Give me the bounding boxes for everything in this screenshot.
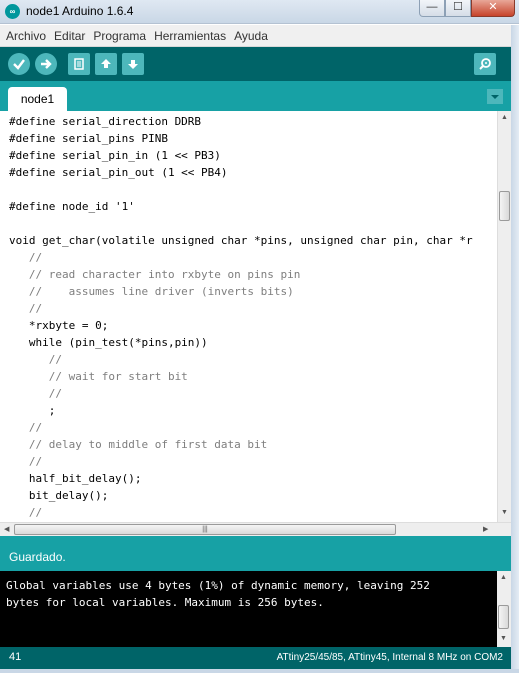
menu-programa[interactable]: Programa <box>93 29 146 43</box>
code-line: // <box>9 455 43 468</box>
code-line: while (pin_test(*pins,pin)) <box>9 336 208 349</box>
console-scroll-down-icon[interactable]: ▼ <box>500 635 507 642</box>
console-scroll-up-icon[interactable]: ▲ <box>500 574 507 581</box>
status-message: Guardado. <box>9 550 66 564</box>
editor-vertical-scrollbar[interactable]: ▲ ▼ <box>497 111 511 522</box>
scroll-up-icon[interactable]: ▲ <box>501 114 508 121</box>
code-line: // <box>9 387 62 400</box>
code-line: // <box>9 421 43 434</box>
serial-monitor-icon <box>479 58 491 70</box>
status-bar: Guardado. <box>0 543 511 571</box>
window-controls: — ☐ ✕ <box>419 0 515 18</box>
minimize-button[interactable]: — <box>419 0 445 17</box>
window-frame-right <box>511 25 519 673</box>
scroll-left-icon[interactable]: ◀ <box>4 525 9 533</box>
code-line: // assumes line driver (inverts bits) <box>9 285 294 298</box>
verify-icon <box>13 59 25 70</box>
console-output: Global variables use 4 bytes (1%) of dyn… <box>0 571 497 647</box>
menu-editar[interactable]: Editar <box>54 29 85 43</box>
scroll-right-icon[interactable]: ▶ <box>483 525 488 533</box>
footer-bar: 41 ATtiny25/45/85, ATtiny45, Internal 8 … <box>0 647 511 669</box>
code-line: // read character into rxbyte on pins pi… <box>9 268 301 281</box>
code-line: #define serial_pin_in (1 << PB3) <box>9 149 221 162</box>
code-line: half_bit_delay(); <box>9 472 142 485</box>
close-button[interactable]: ✕ <box>471 0 515 17</box>
menu-herramientas[interactable]: Herramientas <box>154 29 226 43</box>
toolbar <box>0 47 511 81</box>
window-frame-bottom <box>0 669 519 673</box>
code-line: ; <box>9 404 56 417</box>
board-info: ATtiny25/45/85, ATtiny45, Internal 8 MHz… <box>276 652 503 663</box>
editor-horizontal-scrollbar[interactable]: ◀ ||| ▶ <box>0 522 511 536</box>
tab-dropdown-button[interactable] <box>487 89 503 104</box>
tab-node1[interactable]: node1 <box>8 87 67 111</box>
upload-button[interactable] <box>35 53 57 75</box>
code-line: // <box>9 302 43 315</box>
editor-horizontal-scroll-thumb[interactable]: ||| <box>14 524 396 535</box>
menu-bar: Archivo Editar Programa Herramientas Ayu… <box>0 25 519 47</box>
code-line: // <box>9 251 43 264</box>
menu-ayuda[interactable]: Ayuda <box>234 29 268 43</box>
tab-strip: node1 <box>0 81 511 111</box>
console-scroll-thumb[interactable] <box>498 605 509 629</box>
pane-divider[interactable] <box>0 536 511 543</box>
save-button[interactable] <box>122 53 144 75</box>
console-scrollbar[interactable]: ▲ ▼ <box>497 571 511 647</box>
serial-monitor-button[interactable] <box>474 53 496 75</box>
window-title: node1 Arduino 1.6.4 <box>26 4 134 18</box>
code-line: #define serial_direction DDRB <box>9 115 202 128</box>
maximize-button[interactable]: ☐ <box>445 0 471 17</box>
code-line: void get_char(volatile unsigned char *pi… <box>9 234 473 247</box>
editor-vertical-scroll-thumb[interactable] <box>499 191 510 221</box>
code-line: *rxbyte = 0; <box>9 319 109 332</box>
verify-button[interactable] <box>8 53 30 75</box>
save-icon <box>128 60 138 69</box>
open-icon <box>101 59 111 68</box>
code-line: #define serial_pin_out (1 << PB4) <box>9 166 228 179</box>
code-line: #define serial_pins PINB <box>9 132 168 145</box>
line-number: 41 <box>9 651 22 663</box>
new-icon <box>74 58 84 70</box>
open-button[interactable] <box>95 53 117 75</box>
new-button[interactable] <box>68 53 90 75</box>
scroll-down-icon[interactable]: ▼ <box>501 509 508 516</box>
title-bar: ∞ node1 Arduino 1.6.4 — ☐ ✕ <box>0 0 519 24</box>
code-editor[interactable]: #define serial_direction DDRB #define se… <box>0 111 497 522</box>
code-line: bit_delay(); <box>9 489 109 502</box>
code-line: // <box>9 506 43 519</box>
code-line: // delay to middle of first data bit <box>9 438 268 451</box>
code-line: #define node_id '1' <box>9 200 135 213</box>
code-line: // wait for start bit <box>9 370 188 383</box>
code-line: // <box>9 353 62 366</box>
console-line: bytes for local variables. Maximum is 25… <box>6 596 324 609</box>
console-line: Global variables use 4 bytes (1%) of dyn… <box>6 579 430 592</box>
tab-dropdown-icon <box>491 94 499 99</box>
menu-archivo[interactable]: Archivo <box>6 29 46 43</box>
arduino-logo-icon: ∞ <box>5 4 20 19</box>
upload-icon <box>41 59 52 69</box>
